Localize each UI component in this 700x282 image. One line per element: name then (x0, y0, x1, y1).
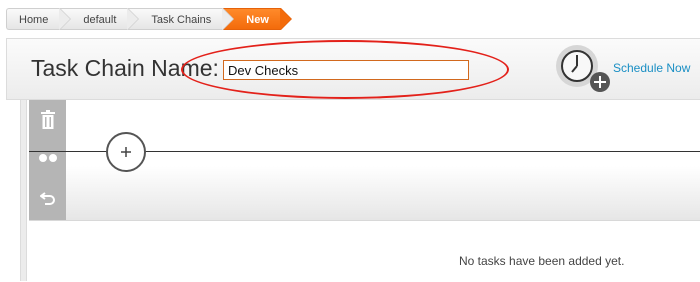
breadcrumb: Home default Task Chains New (6, 8, 292, 30)
trash-icon (40, 110, 55, 129)
chain-canvas (66, 100, 700, 220)
breadcrumb-home-label: Home (19, 14, 49, 26)
chain-line (66, 151, 700, 152)
chain-line-left (29, 151, 66, 152)
task-chain-name-input[interactable] (223, 60, 469, 80)
side-toolbar (29, 100, 66, 220)
left-border (20, 100, 27, 281)
plus-circle-icon (121, 147, 131, 157)
breadcrumb-default-label: default (83, 14, 117, 26)
undo-button[interactable] (29, 180, 66, 216)
link-button[interactable] (29, 140, 66, 176)
link-dots-icon (38, 154, 57, 162)
breadcrumb-task-chains-label: Task Chains (151, 14, 212, 26)
clock-plus-icon (556, 45, 610, 92)
delete-button[interactable] (29, 102, 66, 138)
add-task-button[interactable] (106, 132, 146, 172)
schedule-now-link[interactable]: Schedule Now (613, 61, 690, 75)
schedule-clock-button[interactable] (555, 44, 611, 94)
breadcrumb-task-chains[interactable]: Task Chains (128, 8, 235, 30)
task-chain-name-label: Task Chain Name: (31, 55, 219, 81)
tasks-panel (29, 220, 700, 282)
undo-icon (39, 192, 55, 205)
breadcrumb-current-label: New (246, 14, 269, 26)
breadcrumb-home[interactable]: Home (6, 8, 72, 30)
empty-tasks-message: No tasks have been added yet. (459, 254, 625, 268)
